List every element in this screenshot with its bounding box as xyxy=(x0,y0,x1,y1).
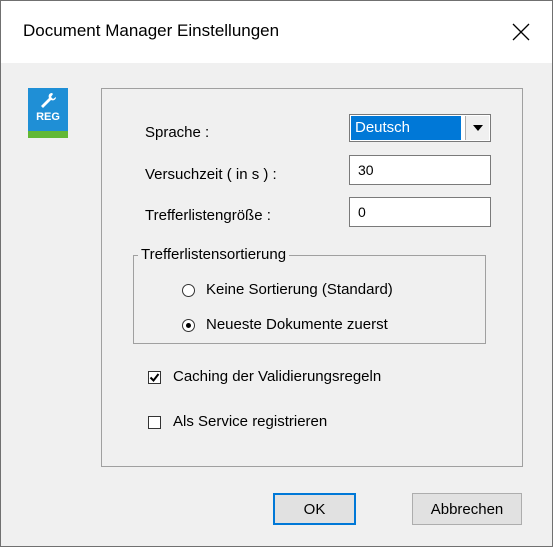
settings-dialog: Document Manager Einstellungen REG Sprac… xyxy=(0,0,553,547)
dialog-title: Document Manager Einstellungen xyxy=(23,21,280,40)
settings-panel: Sprache : Deutsch Versuchzeit ( in s ) :… xyxy=(101,88,523,467)
timeout-input[interactable] xyxy=(349,155,491,185)
list-size-input[interactable] xyxy=(349,197,491,227)
logo-text: REG xyxy=(36,111,60,123)
language-label: Sprache : xyxy=(145,124,210,141)
sorting-legend: Trefferlistensortierung xyxy=(138,246,290,263)
title-bar: Document Manager Einstellungen xyxy=(1,1,552,63)
close-icon xyxy=(512,23,530,41)
wrench-icon xyxy=(41,93,56,108)
radio-newest-first-label[interactable]: Neueste Dokumente zuerst xyxy=(206,316,388,333)
radio-newest-first[interactable] xyxy=(182,319,195,332)
language-select[interactable]: Deutsch xyxy=(349,114,491,142)
service-checkbox[interactable] xyxy=(148,416,161,429)
language-selected-value: Deutsch xyxy=(351,116,461,140)
radio-no-sorting-label[interactable]: Keine Sortierung (Standard) xyxy=(206,281,393,298)
ok-button[interactable]: OK xyxy=(273,493,356,525)
service-label[interactable]: Als Service registrieren xyxy=(173,413,327,430)
timeout-label: Versuchzeit ( in s ) : xyxy=(145,166,277,183)
cancel-button[interactable]: Abbrechen xyxy=(412,493,522,525)
dropdown-arrow-icon[interactable] xyxy=(465,116,489,140)
radio-no-sorting[interactable] xyxy=(182,284,195,297)
close-button[interactable] xyxy=(490,1,552,63)
list-size-label: Trefferlistengröße : xyxy=(145,207,271,224)
checkmark-icon xyxy=(149,373,160,383)
logo-stripe xyxy=(28,131,68,138)
caching-checkbox[interactable] xyxy=(148,371,161,384)
caching-label[interactable]: Caching der Validierungsregeln xyxy=(173,368,381,385)
reg-logo: REG xyxy=(28,88,68,138)
